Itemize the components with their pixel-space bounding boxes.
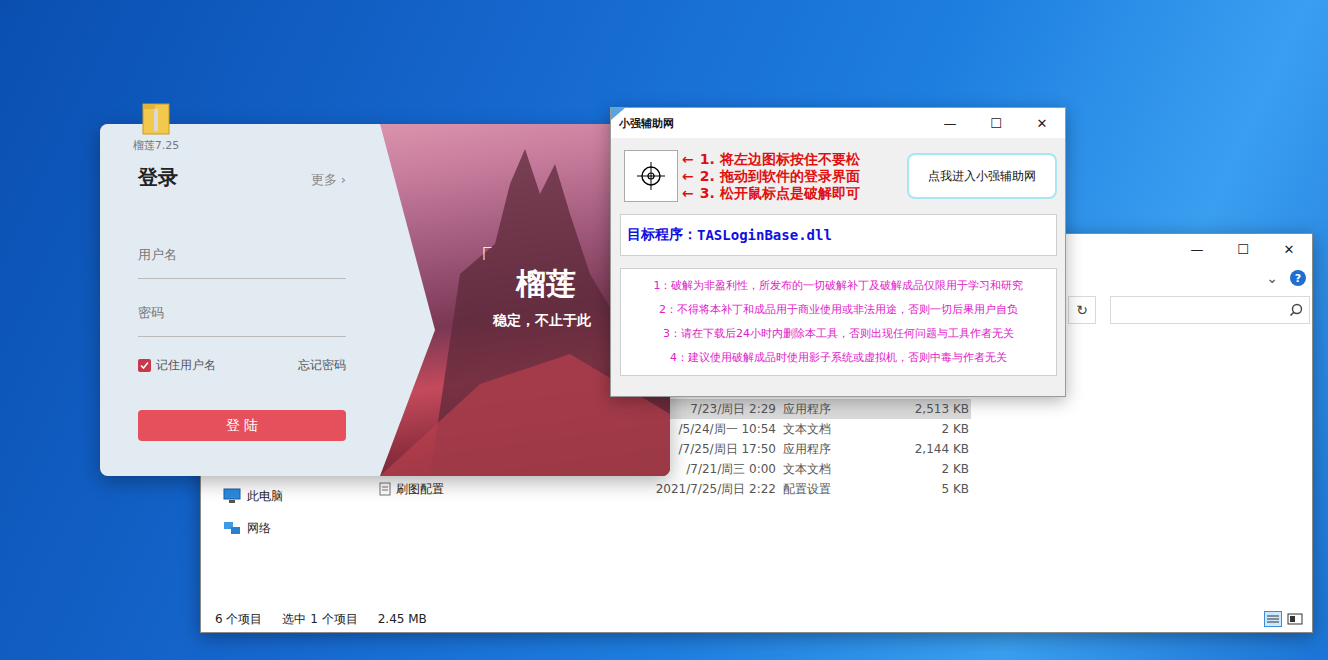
username-field[interactable] [138,243,346,279]
date-cell: 2021/7/25/周日 2:22 [571,481,776,498]
remember-row: 记住用户名 忘记密码 [138,357,346,374]
target-label: 目标程序： [627,226,697,244]
notice-line: 1：破解为非盈利性，所发布的一切破解补丁及破解成品仅限用于学习和研究 [654,277,1024,295]
type-cell: 文本文档 [783,461,883,478]
computer-icon [223,488,241,504]
step-line: ← 2. 拖动到软件的登录界面 [682,168,860,185]
arrow: ← [682,151,694,168]
title-bar: 小强辅助网 —☐✕ [611,108,1065,138]
desktop-icon-label: 榴莲7.25 [133,138,180,153]
login-panel: 登录 更多 › 记住用户名 忘记密码登 陆 [100,124,440,476]
tool-body: ← 1. 将左边图标按住不要松 ← 2. 拖动到软件的登录界面 ← 3. 松开鼠标点是破解… [611,138,1065,396]
maximize-button[interactable]: ☐ [1220,234,1266,264]
tiles-view-icon [1286,611,1304,627]
view-switcher [1264,611,1312,627]
step-line: ← 1. 将左边图标按住不要松 [682,151,860,168]
nav-item[interactable]: 网络 [201,512,371,544]
brand-name: 榴莲 [516,264,576,305]
step-list: ← 1. 将左边图标按住不要松 ← 2. 拖动到软件的登录界面 ← 3. 松开鼠标点是破解… [682,151,860,202]
crosshair-target[interactable] [624,150,678,202]
ribbon-expand-button[interactable]: ⌄ [1262,270,1282,286]
search-icon [1289,303,1303,317]
zip-folder-icon [141,100,171,136]
login-title: 登录 [138,164,178,191]
file-row[interactable]: 刷图配置 2021/7/25/周日 2:22 配置设置5 KB [371,479,971,499]
name-cell: 刷图配置 [371,481,571,498]
status-bar: 6 个项目 选中 1 个项目 2.45 MB [201,606,1312,632]
password-field[interactable] [138,301,346,337]
help-button[interactable]: ? [1290,270,1306,286]
arrow: ← [682,168,694,185]
remember-checkbox[interactable] [138,359,151,372]
details-view-icon [1264,611,1282,627]
more-link[interactable]: 更多 › [311,171,346,189]
instruction-row: ← 1. 将左边图标按住不要松 ← 2. 拖动到软件的登录界面 ← 3. 松开鼠标点是破解… [620,150,1057,202]
window-title: 小强辅助网 [611,116,674,131]
crosshair-icon [636,161,666,191]
arrow: ← [682,185,694,202]
notice-box: 1：破解为非盈利性，所发布的一切破解补丁及破解成品仅限用于学习和研究 2：不得将本… [620,268,1057,376]
app-icon [611,108,625,120]
login-button[interactable]: 登 陆 [138,410,346,441]
login-header: 登录 更多 › [138,164,346,191]
type-cell: 应用程序 [783,441,883,458]
network-icon [223,520,241,536]
step-text: 3. 松开鼠标点是破解即可 [700,185,860,202]
minimize-button[interactable]: — [927,108,973,138]
remember-label[interactable]: 记住用户名 [156,357,216,374]
close-button[interactable]: ✕ [1019,108,1065,138]
type-cell: 应用程序 [783,401,883,418]
website-button[interactable]: 点我进入小强辅助网 [907,153,1057,199]
nav-item[interactable]: 此电脑 [201,480,371,512]
file-name: 刷图配置 [396,481,444,498]
status-text: 6 个项目 [215,611,262,628]
brand-bracket: 「 [468,242,494,277]
size-cell: 2 KB [883,422,969,436]
target-file: TASLoginBase.dll [697,227,832,243]
notice-line: 4：建议使用破解成品时使用影子系统或虚拟机，否则中毒与作者无关 [670,349,1007,367]
forgot-password-link[interactable]: 忘记密码 [298,357,346,374]
nav-label: 此电脑 [247,488,283,505]
step-text: 2. 拖动到软件的登录界面 [700,168,860,185]
nav-label: 网络 [247,520,271,537]
step-text: 1. 将左边图标按住不要松 [700,151,860,168]
size-cell: 2,144 KB [883,442,969,456]
size-cell: 5 KB [883,482,969,496]
close-button[interactable]: ✕ [1266,234,1312,264]
minimize-button[interactable]: — [1174,234,1220,264]
tool-window: 小强辅助网 —☐✕ ← 1. 将左边图标按住不要松 ← 2. 拖动到软件的登录界面 ← 3. … [610,107,1066,397]
notice-line: 3：请在下载后24小时内删除本工具，否则出现任何问题与工具作者无关 [663,325,1014,343]
check-icon [140,361,149,370]
maximize-button[interactable]: ☐ [973,108,1019,138]
config-file-icon [379,482,391,496]
status-text: 选中 1 个项目 [282,611,357,628]
search-box[interactable] [1110,296,1310,324]
type-cell: 配置设置 [783,481,883,498]
step-line: ← 3. 松开鼠标点是破解即可 [682,185,860,202]
status-text: 2.45 MB [378,612,427,626]
brand-slogan: 稳定，不止于此 [493,312,591,330]
desktop-folder[interactable]: 榴莲7.25 [128,100,184,153]
type-cell: 文本文档 [783,421,883,438]
target-box: 目标程序：TASLoginBase.dll [620,214,1057,256]
size-cell: 2 KB [883,462,969,476]
login-window: 登录 更多 › 记住用户名 忘记密码登 陆 「榴莲稳定，不止于此 [100,124,670,476]
notice-line: 2：不得将本补丁和成品用于商业使用或非法用途，否则一切后果用户自负 [659,301,1018,319]
refresh-button[interactable]: ↻ [1068,296,1096,324]
window-controls: —☐✕ [927,108,1065,138]
size-cell: 2,513 KB [883,402,969,416]
